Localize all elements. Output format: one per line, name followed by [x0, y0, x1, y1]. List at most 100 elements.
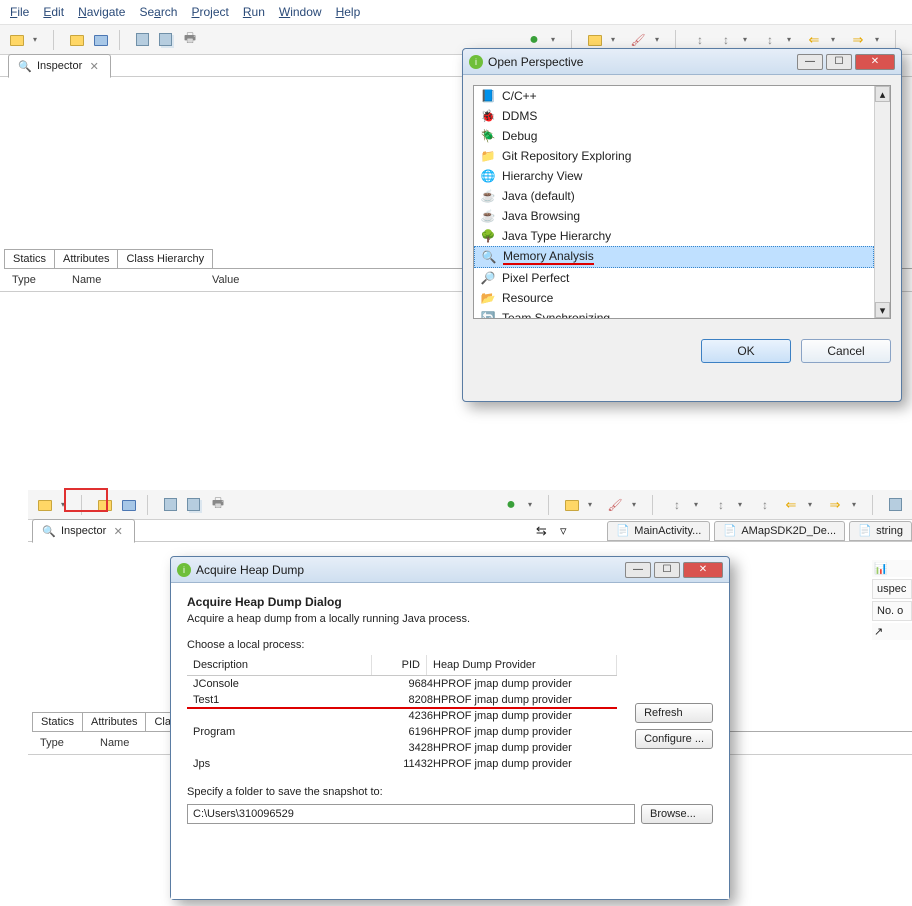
nav-c-button-2[interactable] [755, 495, 775, 515]
minimize-button[interactable]: — [625, 562, 651, 578]
perspective-item[interactable]: 📘C/C++ [474, 86, 890, 106]
nav-down-button[interactable] [716, 30, 754, 50]
editor-tab-mainactivity[interactable]: 📄MainActivity... [607, 521, 710, 541]
minimize-button[interactable]: — [797, 54, 823, 70]
browse-button[interactable]: Browse... [641, 804, 713, 824]
persp-button-2[interactable] [887, 496, 904, 513]
inspector-tab-2[interactable]: Inspector [32, 519, 135, 543]
sync-icon[interactable]: ⇆ [533, 523, 549, 539]
perspective-item[interactable]: 🌐Hierarchy View [474, 166, 890, 186]
run-button-2[interactable] [501, 495, 539, 515]
close-tab-icon[interactable] [86, 58, 102, 74]
run-button[interactable] [524, 30, 562, 50]
new-package-button-2[interactable] [563, 495, 599, 515]
ok-button[interactable]: OK [701, 339, 791, 363]
process-row[interactable]: Test18208HPROF jmap dump provider [187, 692, 617, 708]
inspector-tab-label: Inspector [37, 60, 82, 72]
cell-pid: 4236 [378, 710, 433, 722]
process-row[interactable]: 3428HPROF jmap dump provider [187, 740, 617, 756]
fwd-button[interactable] [848, 30, 886, 50]
perspective-list[interactable]: ▴ ▾ 📘C/C++🐞DDMS🪲Debug📁Git Repository Exp… [473, 85, 891, 319]
nav-b-button-2[interactable] [711, 495, 749, 515]
open-perspective-dialog: i Open Perspective — ☐ ✕ ▴ ▾ 📘C/C++🐞DDMS… [462, 48, 902, 402]
perspective-item[interactable]: 🔎Pixel Perfect [474, 268, 890, 288]
dialog-titlebar[interactable]: i Open Perspective — ☐ ✕ [463, 49, 901, 75]
save-button[interactable] [134, 31, 151, 48]
editor-tab-amapsdk[interactable]: 📄AMapSDK2D_De... [714, 521, 845, 541]
menu-icon[interactable]: ▿ [555, 523, 571, 539]
scroll-up-icon[interactable]: ▴ [875, 86, 890, 102]
new-package-button[interactable] [586, 30, 622, 50]
perspective-item-label: Git Repository Exploring [502, 149, 631, 163]
perspective-item[interactable]: 📂Resource [474, 288, 890, 308]
tab-attributes-2[interactable]: Attributes [82, 712, 146, 731]
scroll-down-icon[interactable]: ▾ [875, 302, 890, 318]
menu-window[interactable]: Window [279, 5, 322, 19]
refresh-button[interactable]: Refresh [635, 703, 713, 723]
cell-provider: HPROF jmap dump provider [433, 726, 611, 738]
perspective-item[interactable]: 📁Git Repository Exploring [474, 146, 890, 166]
new-button[interactable] [8, 30, 44, 50]
cancel-button[interactable]: Cancel [801, 339, 891, 363]
menu-file[interactable]: FFileile [10, 5, 29, 19]
menu-run[interactable]: Run [243, 5, 265, 19]
menu-search[interactable]: Search [139, 5, 177, 19]
paint-button-2[interactable] [605, 495, 643, 515]
process-row[interactable]: Jps11432HPROF jmap dump provider [187, 756, 617, 772]
editor-tab-string[interactable]: 📄string [849, 521, 912, 541]
print-button[interactable] [180, 30, 200, 50]
tab-statics-2[interactable]: Statics [32, 712, 83, 731]
close-tab-icon[interactable] [110, 523, 126, 539]
process-row[interactable]: Program6196HPROF jmap dump provider [187, 724, 617, 740]
view-tab-row: Inspector ⇆ ▿ 📄MainActivity... 📄AMapSDK2… [28, 520, 912, 542]
perspective-item[interactable]: 🌳Java Type Hierarchy [474, 226, 890, 246]
acquire-heap-dump-button[interactable] [92, 31, 110, 48]
right-item-uspec[interactable]: uspec [872, 579, 912, 599]
open-heap-dump-button[interactable] [68, 31, 86, 48]
close-button[interactable]: ✕ [683, 562, 723, 578]
process-row[interactable]: JConsole9684HPROF jmap dump provider [187, 676, 617, 692]
perspective-item[interactable]: 🔄Team Synchronizing [474, 308, 890, 319]
menu-project[interactable]: Project [191, 5, 228, 19]
save-button-2[interactable] [162, 496, 179, 513]
perspective-item[interactable]: ☕Java Browsing [474, 206, 890, 226]
tab-class-hierarchy[interactable]: Class Hierarchy [117, 249, 213, 268]
close-button[interactable]: ✕ [855, 54, 895, 70]
back-button-2[interactable] [781, 495, 819, 515]
process-row[interactable]: 4236HPROF jmap dump provider [187, 708, 617, 724]
fwd-button-2[interactable] [825, 495, 863, 515]
inspector-tab[interactable]: Inspector [8, 54, 111, 78]
saveall-button-2[interactable] [185, 496, 202, 513]
scrollbar[interactable]: ▴ ▾ [874, 86, 890, 318]
tab-statics[interactable]: Statics [4, 249, 55, 268]
maximize-button[interactable]: ☐ [826, 54, 852, 70]
perspective-item[interactable]: 🐞DDMS [474, 106, 890, 126]
col-type[interactable]: Type [4, 272, 64, 288]
col-description[interactable]: Description [187, 655, 372, 675]
col-name[interactable]: Name [64, 272, 204, 288]
saveall-button[interactable] [157, 31, 174, 48]
acquire-heap-dump-button-2[interactable] [120, 496, 138, 513]
tab-attributes[interactable]: Attributes [54, 249, 118, 268]
print-button-2[interactable] [208, 495, 228, 515]
col-provider[interactable]: Heap Dump Provider [427, 655, 617, 675]
back-button[interactable] [804, 30, 842, 50]
nav-up-button[interactable] [690, 30, 710, 50]
menu-navigate[interactable]: Navigate [78, 5, 125, 19]
heap-dialog-titlebar[interactable]: i Acquire Heap Dump — ☐ ✕ [171, 557, 729, 583]
perspective-item[interactable]: ☕Java (default) [474, 186, 890, 206]
menu-help[interactable]: Help [336, 5, 361, 19]
perspective-item[interactable]: 🪲Debug [474, 126, 890, 146]
paint-button[interactable] [628, 30, 666, 50]
perspective-item[interactable]: 🔍Memory Analysis [474, 246, 874, 268]
col-pid[interactable]: PID [372, 655, 427, 675]
right-item-noo[interactable]: No. o [872, 601, 912, 621]
nav-left2-button[interactable] [760, 30, 798, 50]
col-type-2[interactable]: Type [32, 735, 92, 751]
configure-button[interactable]: Configure ... [635, 729, 713, 749]
snapshot-path-input[interactable]: C:\Users\310096529 [187, 804, 635, 824]
process-table-body[interactable]: JConsole9684HPROF jmap dump providerTest… [187, 676, 617, 772]
menu-edit[interactable]: Edit [43, 5, 64, 19]
nav-a-button-2[interactable] [667, 495, 705, 515]
maximize-button[interactable]: ☐ [654, 562, 680, 578]
